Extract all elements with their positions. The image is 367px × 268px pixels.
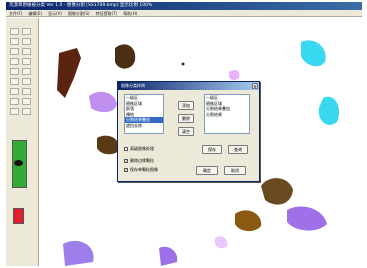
right-list[interactable]: 一级区 植株区域 分割结果叠加 分割结果: [204, 94, 250, 134]
list-item[interactable]: 分割结果: [205, 112, 249, 118]
remove-edge-checkbox[interactable]: ✓ 删除边缘颗粒: [124, 158, 154, 164]
query-button[interactable]: 查询: [228, 145, 248, 154]
rect-icon[interactable]: [10, 88, 19, 95]
speck: [181, 62, 185, 66]
blob-brown-right: [261, 178, 293, 205]
blob-brown-left-bottom: [97, 135, 120, 155]
zoom-out-icon[interactable]: [22, 38, 31, 45]
list-item[interactable]: 遮挡去除: [125, 123, 163, 129]
zoom-in-icon[interactable]: [10, 38, 19, 45]
blob-cyan-top: [301, 40, 326, 67]
menu-segment[interactable]: 图像分割(S): [68, 10, 90, 16]
grid-icon[interactable]: [22, 108, 31, 115]
menu-feature[interactable]: 特征提取(T): [96, 10, 118, 16]
blob-purple-center-bottom: [159, 246, 178, 266]
checkbox-label: 删除边缘颗粒: [130, 158, 154, 163]
crop-icon[interactable]: [10, 48, 19, 55]
pencil-icon[interactable]: [22, 48, 31, 55]
cancel-button[interactable]: 取消: [224, 166, 246, 175]
blob-ochre: [235, 210, 262, 232]
black-ellipse-icon: [14, 160, 23, 166]
checkbox-box[interactable]: ✓: [124, 168, 128, 172]
dot-icon[interactable]: [10, 98, 19, 105]
blob-pink-bottom: [215, 236, 228, 249]
checkbox-box[interactable]: ✓: [124, 159, 128, 163]
color-pick-icon[interactable]: [22, 98, 31, 105]
window-title-bar: 荒漠草原植被分类 Ver 1.0 - 图像分割 [SS1709.bmp] 显示比…: [6, 2, 362, 10]
checkbox-box[interactable]: [124, 147, 128, 151]
left-list[interactable]: 一级区 植株区域 群落 裸地 分割结果叠加 遮挡去除: [124, 94, 164, 134]
advanced-process-checkbox[interactable]: 高级图像处理: [124, 146, 154, 152]
fill-icon[interactable]: [10, 78, 19, 85]
open-icon[interactable]: [10, 28, 19, 35]
checkbox-label: 保存单颗粒图像: [130, 167, 158, 172]
menu-bar: 文件(F) 编辑(E) 显示(V) 图像分割(S) 特征提取(T) 帮助(H): [6, 10, 362, 17]
checkbox-label: 高级图像处理: [130, 146, 154, 151]
dialog-title-bar: 图像分类样例 ✕: [118, 82, 259, 90]
clear-button[interactable]: 清空: [178, 127, 194, 136]
close-icon[interactable]: ✕: [252, 83, 258, 89]
ellipse-icon[interactable]: [22, 88, 31, 95]
tool-palette: [6, 18, 39, 266]
classification-dialog: 图像分类样例 ✕ 一级区 植株区域 群落 裸地 分割结果叠加 遮挡去除 添加 删…: [117, 81, 260, 182]
layer-icon[interactable]: [10, 108, 19, 115]
eraser-icon[interactable]: [10, 58, 19, 65]
brush-icon[interactable]: [22, 68, 31, 75]
window-title: 荒漠草原植被分类 Ver 1.0 - 图像分割 [SS1709.bmp] 显示比…: [9, 3, 153, 8]
menu-file[interactable]: 文件(F): [9, 10, 22, 16]
dialog-title: 图像分类样例: [121, 83, 145, 88]
blob-pink-small: [229, 70, 240, 81]
save-button[interactable]: 保存: [202, 145, 222, 154]
blob-purple-bottom: [63, 240, 94, 266]
menu-view[interactable]: 显示(V): [48, 10, 62, 16]
menu-help[interactable]: 帮助(H): [123, 10, 137, 16]
red-color-swatch[interactable]: [13, 208, 24, 224]
close-icon[interactable]: [22, 58, 31, 65]
save-single-checkbox[interactable]: ✓ 保存单颗粒图像: [124, 167, 158, 173]
pointer-icon[interactable]: [10, 68, 19, 75]
save-icon[interactable]: [22, 28, 31, 35]
delete-button[interactable]: 删除: [178, 114, 194, 123]
blob-dark-brown: [57, 48, 81, 98]
confirm-button[interactable]: 确定: [196, 166, 218, 175]
add-button[interactable]: 添加: [178, 101, 194, 110]
blob-brown-round: [115, 44, 136, 69]
blob-purple-right: [287, 206, 327, 231]
line-icon[interactable]: [22, 78, 31, 85]
blob-cyan-right: [318, 96, 340, 125]
blob-violet-left: [89, 91, 117, 113]
menu-edit[interactable]: 编辑(E): [28, 10, 42, 16]
